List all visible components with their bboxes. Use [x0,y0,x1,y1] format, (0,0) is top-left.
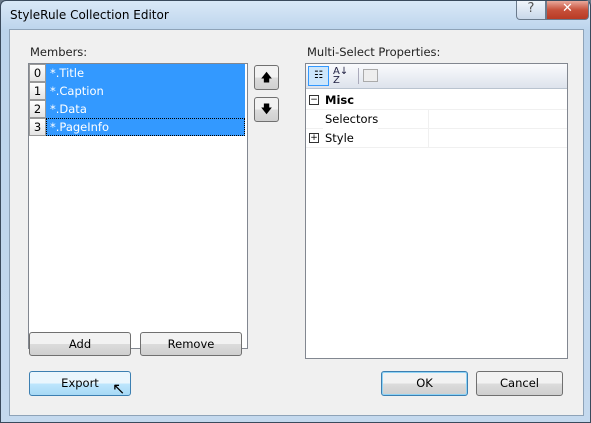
item-name[interactable]: *.Data [46,100,245,118]
property-grid[interactable]: ☷ A↓ Z − Misc Selectors + Style [305,63,568,359]
toolbar-separator [358,68,359,84]
members-list[interactable]: 0 *.Title 1 *.Caption 2 *.Data 3 *.PageInfo [28,63,248,349]
list-item[interactable]: 2 *.Data [29,100,247,118]
property-toolbar: ☷ A↓ Z [306,64,567,89]
item-index: 3 [29,118,46,136]
ok-button[interactable]: OK [381,371,468,396]
category-name: Misc [325,93,355,107]
move-up-button[interactable]: 🡅 [254,65,279,90]
list-item[interactable]: 0 *.Title [29,64,247,82]
close-button[interactable]: ✕ [546,1,589,20]
categorized-icon[interactable]: ☷ [308,66,329,86]
category-row[interactable]: − Misc [306,91,567,110]
list-item[interactable]: 3 *.PageInfo [29,118,247,136]
item-name[interactable]: *.Title [46,64,245,82]
arrow-down-icon: 🡇 [260,102,273,116]
help-button[interactable]: ? [516,1,546,20]
arrow-up-icon: 🡅 [260,70,273,84]
item-index: 0 [29,64,46,82]
alphabetical-icon[interactable]: A↓ Z [333,67,348,86]
dialog-window: StyleRule Collection Editor ? ✕ Members:… [0,0,591,423]
expand-icon[interactable]: + [309,133,319,143]
item-name[interactable]: *.Caption [46,82,245,100]
properties-label: Multi-Select Properties: [307,45,441,59]
property-value[interactable] [428,129,567,148]
move-down-button[interactable]: 🡇 [254,97,279,122]
remove-button[interactable]: Remove [140,332,242,356]
window-title: StyleRule Collection Editor [10,8,169,22]
property-value[interactable] [428,110,567,129]
item-index: 1 [29,82,46,100]
property-pages-icon [363,69,378,82]
members-label: Members: [30,45,88,59]
property-row[interactable]: Selectors [306,110,567,129]
client-area: Members: 0 *.Title 1 *.Caption 2 *.Data 3 *.… [9,29,584,416]
add-button[interactable]: Add [29,332,131,356]
item-name[interactable]: *.PageInfo [46,118,245,136]
property-row[interactable]: + Style [306,129,567,148]
item-index: 2 [29,100,46,118]
cancel-button[interactable]: Cancel [476,371,563,396]
collapse-icon[interactable]: − [309,95,319,105]
mouse-cursor-icon: ↖ [112,379,126,398]
property-name: Style [325,131,354,145]
list-item[interactable]: 1 *.Caption [29,82,247,100]
property-name: Selectors [323,110,379,129]
